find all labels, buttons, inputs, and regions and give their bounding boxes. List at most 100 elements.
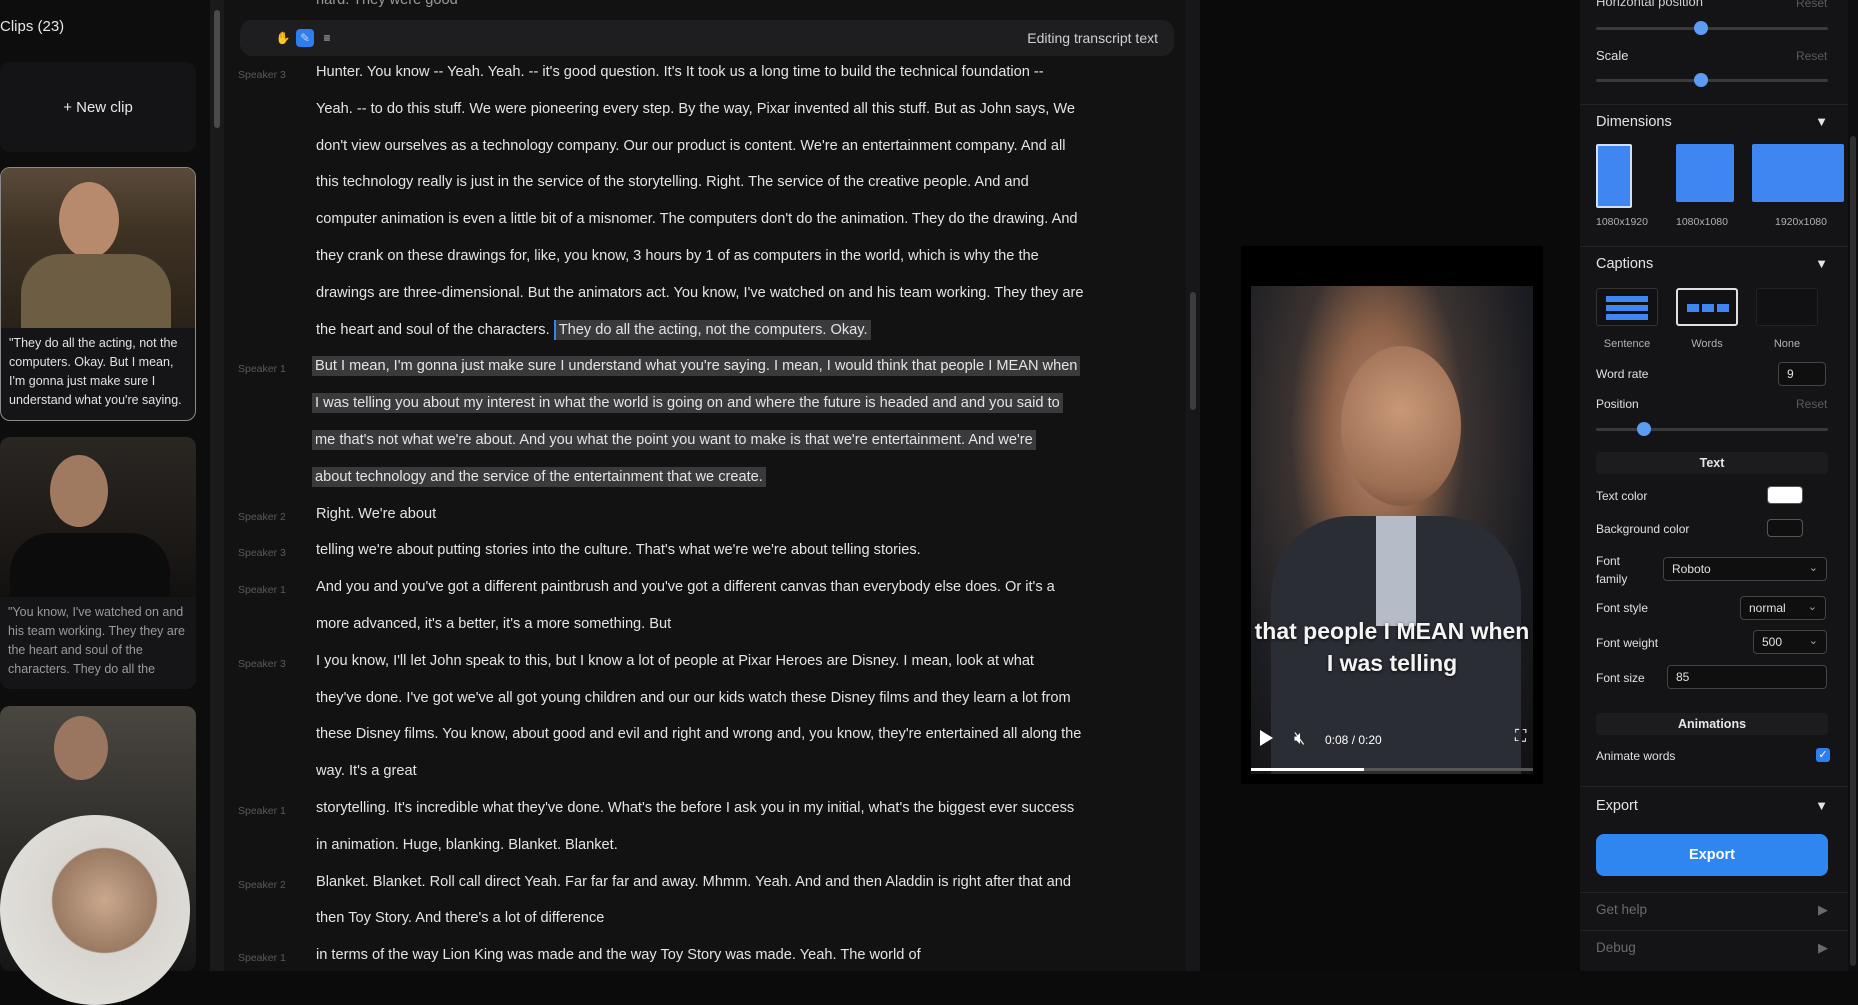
transcript-line[interactable]: I you know, I'll let John speak to this,… bbox=[316, 653, 1034, 669]
scale-slider[interactable] bbox=[1596, 73, 1828, 87]
reset-link[interactable]: Reset bbox=[1796, 397, 1827, 411]
transcript-line[interactable]: they crank on these drawings for, like, … bbox=[316, 248, 1039, 264]
preview-area: that people I MEAN when I was telling 🔇︎… bbox=[1200, 0, 1580, 971]
dimension-option-1920x1080[interactable] bbox=[1752, 144, 1844, 202]
transcript-text: these Disney films. You know, about good… bbox=[316, 726, 1082, 742]
dimensions-header[interactable]: Dimensions ▼ bbox=[1596, 114, 1828, 130]
reset-link[interactable]: Reset bbox=[1796, 49, 1827, 63]
transcript-line[interactable]: Right. We're about bbox=[316, 506, 436, 522]
transcript-line[interactable]: I was telling you about my interest in w… bbox=[312, 393, 1063, 413]
word-rate-input[interactable]: 9 bbox=[1778, 362, 1826, 386]
transcript-line[interactable]: way. It's a great bbox=[316, 763, 417, 779]
divider bbox=[1580, 104, 1858, 105]
dimensions-title: Dimensions bbox=[1596, 114, 1672, 130]
list-tool-icon[interactable]: ≡ bbox=[318, 29, 336, 47]
clip-card[interactable]: "They do all the acting, not the compute… bbox=[0, 167, 196, 421]
background-color-swatch[interactable] bbox=[1767, 519, 1803, 537]
chevron-down-icon[interactable]: ▼ bbox=[1815, 114, 1828, 129]
get-help-header[interactable]: Get help ▶ bbox=[1596, 902, 1828, 917]
slider-knob[interactable] bbox=[1637, 422, 1651, 436]
clip-thumbnail bbox=[1, 168, 195, 328]
transcript-line[interactable]: storytelling. It's incredible what they'… bbox=[316, 800, 1074, 816]
transcript-scrollbar[interactable] bbox=[1186, 0, 1200, 971]
dimension-option-1080x1920[interactable] bbox=[1596, 144, 1632, 208]
scrollbar-thumb[interactable] bbox=[214, 10, 220, 128]
video-frame bbox=[1251, 286, 1533, 774]
chevron-down-icon: ⌄ bbox=[1808, 562, 1818, 574]
scale-label: Scale bbox=[1596, 48, 1629, 63]
transcript-line[interactable]: more advanced, it's a better, it's a mor… bbox=[316, 616, 671, 632]
hand-tool-icon[interactable]: ✋ bbox=[274, 29, 292, 47]
video-player[interactable]: that people I MEAN when I was telling 🔇︎… bbox=[1241, 246, 1543, 784]
clips-scrollbar[interactable] bbox=[210, 0, 224, 971]
transcript-line[interactable]: they've done. I've got we've all got you… bbox=[316, 690, 1071, 706]
text-color-swatch[interactable] bbox=[1767, 486, 1803, 504]
webcam-overlay bbox=[0, 815, 190, 1005]
animations-section-header: Animations bbox=[1596, 713, 1828, 735]
transcript-text: telling we're about putting stories into… bbox=[316, 542, 921, 558]
horizontal-position-slider[interactable] bbox=[1596, 21, 1828, 35]
transcript-line[interactable]: Blanket. Blanket. Roll call direct Yeah.… bbox=[316, 874, 1071, 890]
mute-icon[interactable]: 🔇︎ bbox=[1294, 728, 1305, 749]
transcript-toolbar: ✋ ✎ ≡ Editing transcript text bbox=[240, 20, 1174, 56]
divider bbox=[1580, 930, 1858, 931]
font-weight-label: Font weight bbox=[1596, 636, 1659, 650]
caption-position-slider[interactable] bbox=[1596, 422, 1828, 436]
edit-tool-icon[interactable]: ✎ bbox=[296, 29, 314, 47]
speaker-label: Speaker 2 bbox=[238, 879, 286, 891]
scrollbar-thumb[interactable] bbox=[1850, 136, 1856, 966]
transcript-line[interactable]: don't view ourselves as a technology com… bbox=[316, 138, 1065, 154]
transcript-text: the heart and soul of the characters. bbox=[316, 322, 550, 338]
transcript-line[interactable]: these Disney films. You know, about good… bbox=[316, 726, 1081, 742]
transcript-line[interactable]: about technology and the service of the … bbox=[312, 467, 766, 487]
reset-link[interactable]: Reset bbox=[1796, 0, 1827, 10]
export-title: Export bbox=[1596, 798, 1638, 814]
slider-knob[interactable] bbox=[1694, 73, 1708, 87]
caption-style-words[interactable] bbox=[1676, 288, 1738, 326]
dimension-label: 1080x1920 bbox=[1596, 216, 1648, 228]
animate-words-checkbox[interactable]: ✓ bbox=[1816, 748, 1830, 762]
scrollbar-thumb[interactable] bbox=[1190, 292, 1196, 410]
transcript-line[interactable]: the heart and soul of the characters. Th… bbox=[316, 320, 871, 340]
fullscreen-icon[interactable]: ⛶ bbox=[1515, 728, 1526, 746]
transcript-text: this technology really is just in the se… bbox=[316, 174, 1029, 190]
transcript-line[interactable]: And you and you've got a different paint… bbox=[316, 579, 1055, 595]
speaker-label: Speaker 1 bbox=[238, 363, 286, 375]
transcript-line[interactable]: in terms of the way Lion King was made a… bbox=[316, 947, 921, 963]
transcript-line[interactable]: computer animation is even a little bit … bbox=[316, 211, 1078, 227]
transcript-line[interactable]: But I mean, I'm gonna just make sure I u… bbox=[312, 356, 1081, 376]
export-button[interactable]: Export bbox=[1596, 834, 1828, 876]
transcript-line[interactable]: Hunter. You know -- Yeah. Yeah. -- it's … bbox=[316, 64, 1044, 80]
progress-bar[interactable] bbox=[1251, 768, 1533, 771]
chevron-down-icon[interactable]: ▼ bbox=[1815, 798, 1828, 813]
font-family-select[interactable]: Roboto ⌄ bbox=[1663, 557, 1827, 581]
font-size-input[interactable]: 85 bbox=[1667, 665, 1827, 689]
transcript-line-partial[interactable]: hard. They were good bbox=[316, 0, 458, 8]
transcript-line[interactable]: then Toy Story. And there's a lot of dif… bbox=[316, 910, 604, 926]
captions-header[interactable]: Captions ▼ bbox=[1596, 256, 1828, 272]
chevron-right-icon[interactable]: ▶ bbox=[1818, 940, 1828, 956]
transcript-line[interactable]: me that's not what we're about. And you … bbox=[312, 430, 1036, 450]
debug-header[interactable]: Debug ▶ bbox=[1596, 940, 1828, 955]
settings-scrollbar[interactable] bbox=[1848, 0, 1858, 971]
transcript-line[interactable]: this technology really is just in the se… bbox=[316, 174, 1029, 190]
transcript-line[interactable]: telling we're about putting stories into… bbox=[316, 542, 921, 558]
transcript-line[interactable]: in animation. Huge, blanking. Blanket. B… bbox=[316, 837, 618, 853]
chevron-down-icon: ⌄ bbox=[1807, 601, 1817, 613]
dimension-option-1080x1080[interactable] bbox=[1676, 144, 1734, 202]
slider-knob[interactable] bbox=[1694, 21, 1708, 35]
caption-style-sentence[interactable] bbox=[1596, 288, 1658, 326]
caption-style-none[interactable] bbox=[1756, 288, 1818, 326]
chevron-right-icon[interactable]: ▶ bbox=[1818, 902, 1828, 918]
transcript-line[interactable]: drawings are three-dimensional. But the … bbox=[316, 285, 1084, 301]
font-weight-select[interactable]: 500 ⌄ bbox=[1753, 630, 1827, 654]
chevron-down-icon[interactable]: ▼ bbox=[1815, 256, 1828, 271]
new-clip-button[interactable]: + New clip bbox=[0, 62, 196, 152]
divider bbox=[1580, 786, 1858, 787]
transcript-line[interactable]: Yeah. -- to do this stuff. We were pione… bbox=[316, 101, 1075, 117]
clip-card[interactable]: "You know, I've watched on and his team … bbox=[0, 437, 196, 689]
clip-quote: "You know, I've watched on and his team … bbox=[8, 605, 185, 676]
play-icon[interactable] bbox=[1260, 730, 1273, 746]
font-style-select[interactable]: normal ⌄ bbox=[1740, 596, 1826, 620]
export-header[interactable]: Export ▼ bbox=[1596, 798, 1828, 814]
